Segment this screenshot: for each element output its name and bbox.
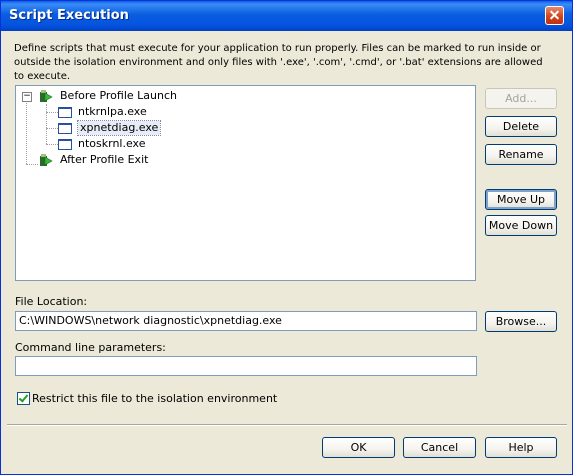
restrict-checkbox[interactable] xyxy=(17,392,30,405)
tree-connector xyxy=(26,101,27,164)
close-button[interactable] xyxy=(545,6,564,25)
file-location-field[interactable]: C:\WINDOWS\network diagnostic\xpnetdiag.… xyxy=(15,311,477,331)
separator xyxy=(7,424,567,426)
file-icon xyxy=(58,123,72,134)
script-group-icon xyxy=(40,90,53,102)
ok-button[interactable]: OK xyxy=(322,437,395,458)
collapse-expander[interactable]: − xyxy=(22,92,32,102)
window-title: Script Execution xyxy=(9,8,129,23)
browse-button[interactable]: Browse... xyxy=(485,311,557,332)
help-button[interactable]: Help xyxy=(485,437,557,458)
tree-item-ntkrnlpa[interactable]: ntkrnlpa.exe xyxy=(78,105,147,119)
move-up-button[interactable]: Move Up xyxy=(485,189,557,210)
tree-connector xyxy=(46,112,58,113)
tree-item-ntoskrnl[interactable]: ntoskrnl.exe xyxy=(78,137,145,151)
delete-button[interactable]: Delete xyxy=(485,116,557,137)
tree-connector xyxy=(46,144,58,145)
description-text: Define scripts that must execute for you… xyxy=(14,43,543,82)
cancel-button[interactable]: Cancel xyxy=(403,437,476,458)
script-execution-dialog: Script Execution Define scripts that mus… xyxy=(0,0,573,475)
command-line-label: Command line parameters: xyxy=(15,341,166,354)
title-bar[interactable]: Script Execution xyxy=(1,1,572,31)
script-tree[interactable]: − Before Profile Launch ntkrnlpa.exe xpn… xyxy=(15,85,476,281)
move-down-button[interactable]: Move Down xyxy=(485,215,557,236)
command-line-field[interactable] xyxy=(15,356,477,376)
tree-group-before-launch[interactable]: Before Profile Launch xyxy=(60,89,177,103)
tree-connector xyxy=(46,104,47,144)
script-group-icon xyxy=(40,154,53,166)
rename-button[interactable]: Rename xyxy=(485,144,557,165)
file-location-label: File Location: xyxy=(15,295,88,308)
tree-group-after-exit[interactable]: After Profile Exit xyxy=(60,153,148,167)
add-button[interactable]: Add... xyxy=(485,88,557,109)
file-icon xyxy=(58,139,72,150)
tree-connector xyxy=(26,164,38,165)
restrict-checkbox-label[interactable]: Restrict this file to the isolation envi… xyxy=(32,392,277,405)
tree-item-xpnetdiag[interactable]: xpnetdiag.exe xyxy=(76,120,162,136)
file-icon xyxy=(58,107,72,118)
tree-connector xyxy=(46,128,58,129)
